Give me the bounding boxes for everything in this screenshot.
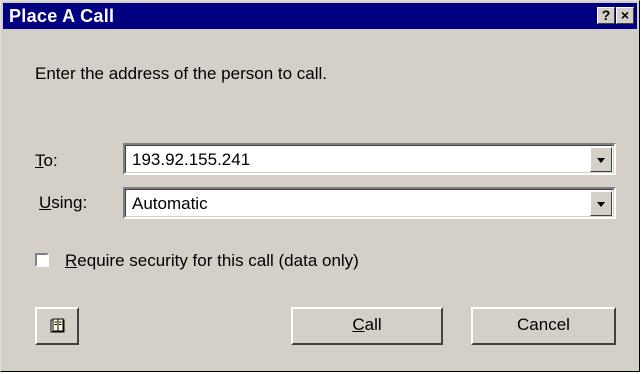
- help-button[interactable]: ?: [597, 7, 615, 24]
- address-book-button[interactable]: [35, 307, 79, 345]
- instruction-text: Enter the address of the person to call.: [35, 64, 328, 83]
- require-security-accel: R: [65, 251, 78, 270]
- using-label: Using:: [39, 193, 87, 213]
- cancel-button[interactable]: Cancel: [471, 307, 616, 345]
- window-title: Place A Call: [9, 6, 115, 26]
- to-dropdown-arrow-icon[interactable]: [590, 147, 612, 172]
- require-security-checkbox[interactable]: [35, 253, 49, 267]
- to-address-combobox[interactable]: 193.92.155.241: [123, 143, 616, 175]
- require-security-label[interactable]: Require security for this call (data onl…: [65, 251, 359, 271]
- using-dropdown-arrow-icon[interactable]: [590, 191, 612, 216]
- to-label: To:: [35, 151, 58, 171]
- using-combobox[interactable]: Automatic: [123, 187, 616, 219]
- title-bar[interactable]: Place A Call ? ×: [3, 3, 637, 29]
- call-button-accel: C: [352, 315, 365, 334]
- close-button[interactable]: ×: [616, 7, 634, 24]
- using-label-accel: U: [39, 193, 52, 212]
- require-security-label-rest: equire security for this call (data only…: [77, 251, 359, 270]
- using-label-rest: sing:: [51, 193, 88, 212]
- using-field-inner: Automatic: [125, 189, 614, 217]
- using-value[interactable]: Automatic: [132, 194, 208, 214]
- to-label-rest: o:: [43, 151, 58, 170]
- call-button[interactable]: Call: [291, 307, 443, 345]
- to-address-field-inner: 193.92.155.241: [125, 145, 614, 173]
- call-button-label-rest: all: [364, 315, 382, 334]
- place-a-call-dialog: Place A Call ? × Enter the address of th…: [0, 0, 640, 372]
- to-label-accel: T: [35, 151, 44, 170]
- to-address-value[interactable]: 193.92.155.241: [132, 150, 250, 170]
- address-book-icon: [50, 318, 65, 333]
